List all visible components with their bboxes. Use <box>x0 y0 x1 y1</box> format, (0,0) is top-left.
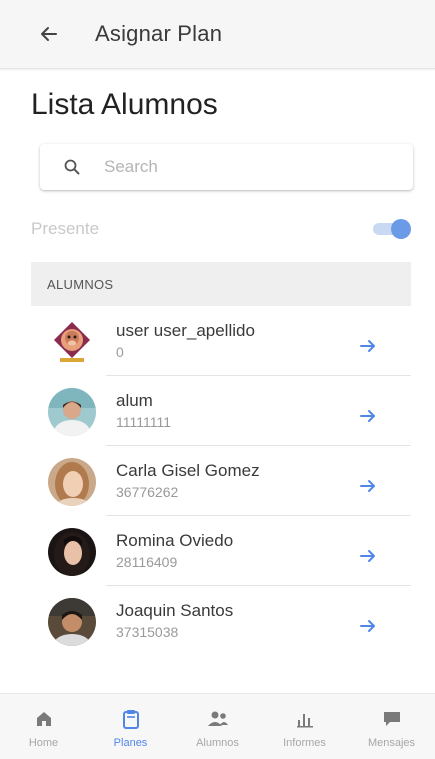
list-item[interactable]: user user_apellido 0 <box>31 306 411 376</box>
avatar <box>48 318 96 366</box>
student-name: alum <box>116 391 153 410</box>
student-name: user user_apellido <box>116 321 255 340</box>
nav-label: Planes <box>113 737 148 749</box>
avatar-man-photo <box>48 388 96 436</box>
clipboard-icon <box>119 707 143 731</box>
student-name: Romina Oviedo <box>116 531 234 550</box>
student-id: 0 <box>116 344 124 360</box>
home-icon <box>32 707 56 731</box>
student-id: 37315038 <box>116 624 179 640</box>
student-list: user user_apellido 0 alum 11111111 Carla… <box>31 306 411 656</box>
avatar-woman-dark-photo <box>48 528 96 576</box>
avatar-monkey-icon <box>48 318 96 366</box>
go-button[interactable] <box>356 616 380 636</box>
student-name: Joaquin Santos <box>116 601 234 620</box>
arrow-right-icon <box>360 410 375 422</box>
presente-filter-row: Presente <box>31 214 411 244</box>
nav-item-alumnos[interactable]: Alumnos <box>174 694 261 759</box>
app-bar-title: Asignar Plan <box>95 21 223 46</box>
arrow-left-icon <box>41 27 57 41</box>
nav-label: Informes <box>283 737 326 749</box>
nav-item-planes[interactable]: Planes <box>87 694 174 759</box>
page-title: Lista Alumnos <box>31 88 218 121</box>
student-id: 36776262 <box>116 484 179 500</box>
arrow-right-icon <box>360 480 375 492</box>
go-button[interactable] <box>356 476 380 496</box>
avatar <box>48 598 96 646</box>
go-button[interactable] <box>356 336 380 356</box>
search-box[interactable] <box>40 144 413 190</box>
nav-item-mensajes[interactable]: Mensajes <box>348 694 435 759</box>
presente-toggle[interactable] <box>369 219 411 239</box>
go-button[interactable] <box>356 406 380 426</box>
nav-item-informes[interactable]: Informes <box>261 694 348 759</box>
avatar <box>48 458 96 506</box>
list-item[interactable]: Carla Gisel Gomez 36776262 <box>31 446 411 516</box>
arrow-right-icon <box>360 340 375 352</box>
bottom-navigation: Home Planes Alumnos Informes Mensajes <box>0 693 435 759</box>
arrow-right-icon <box>360 550 375 562</box>
list-item[interactable]: Joaquin Santos 37315038 <box>31 586 411 656</box>
back-button[interactable] <box>37 22 61 46</box>
presente-label: Presente <box>31 219 100 238</box>
avatar-boy-photo <box>48 598 96 646</box>
students-icon <box>206 707 230 731</box>
avatar <box>48 388 96 436</box>
list-item[interactable]: alum 11111111 <box>31 376 411 446</box>
go-button[interactable] <box>356 546 380 566</box>
student-name: Carla Gisel Gomez <box>116 461 260 480</box>
toggle-thumb <box>391 219 411 239</box>
bar-chart-icon <box>293 707 317 731</box>
section-header-label: ALUMNOS <box>47 276 114 292</box>
avatar-woman-photo <box>48 458 96 506</box>
app-bar: Asignar Plan <box>0 0 435 69</box>
nav-label: Mensajes <box>367 737 416 749</box>
section-header: ALUMNOS <box>31 262 411 306</box>
arrow-right-icon <box>360 620 375 632</box>
nav-label: Alumnos <box>196 737 239 749</box>
nav-item-home[interactable]: Home <box>0 694 87 759</box>
student-id: 11111111 <box>116 414 172 430</box>
search-input[interactable] <box>102 156 386 178</box>
search-icon <box>62 157 82 177</box>
student-id: 28116409 <box>116 554 178 570</box>
list-item[interactable]: Romina Oviedo 28116409 <box>31 516 411 586</box>
chat-icon <box>380 707 404 731</box>
nav-label: Home <box>28 737 59 749</box>
avatar <box>48 528 96 576</box>
